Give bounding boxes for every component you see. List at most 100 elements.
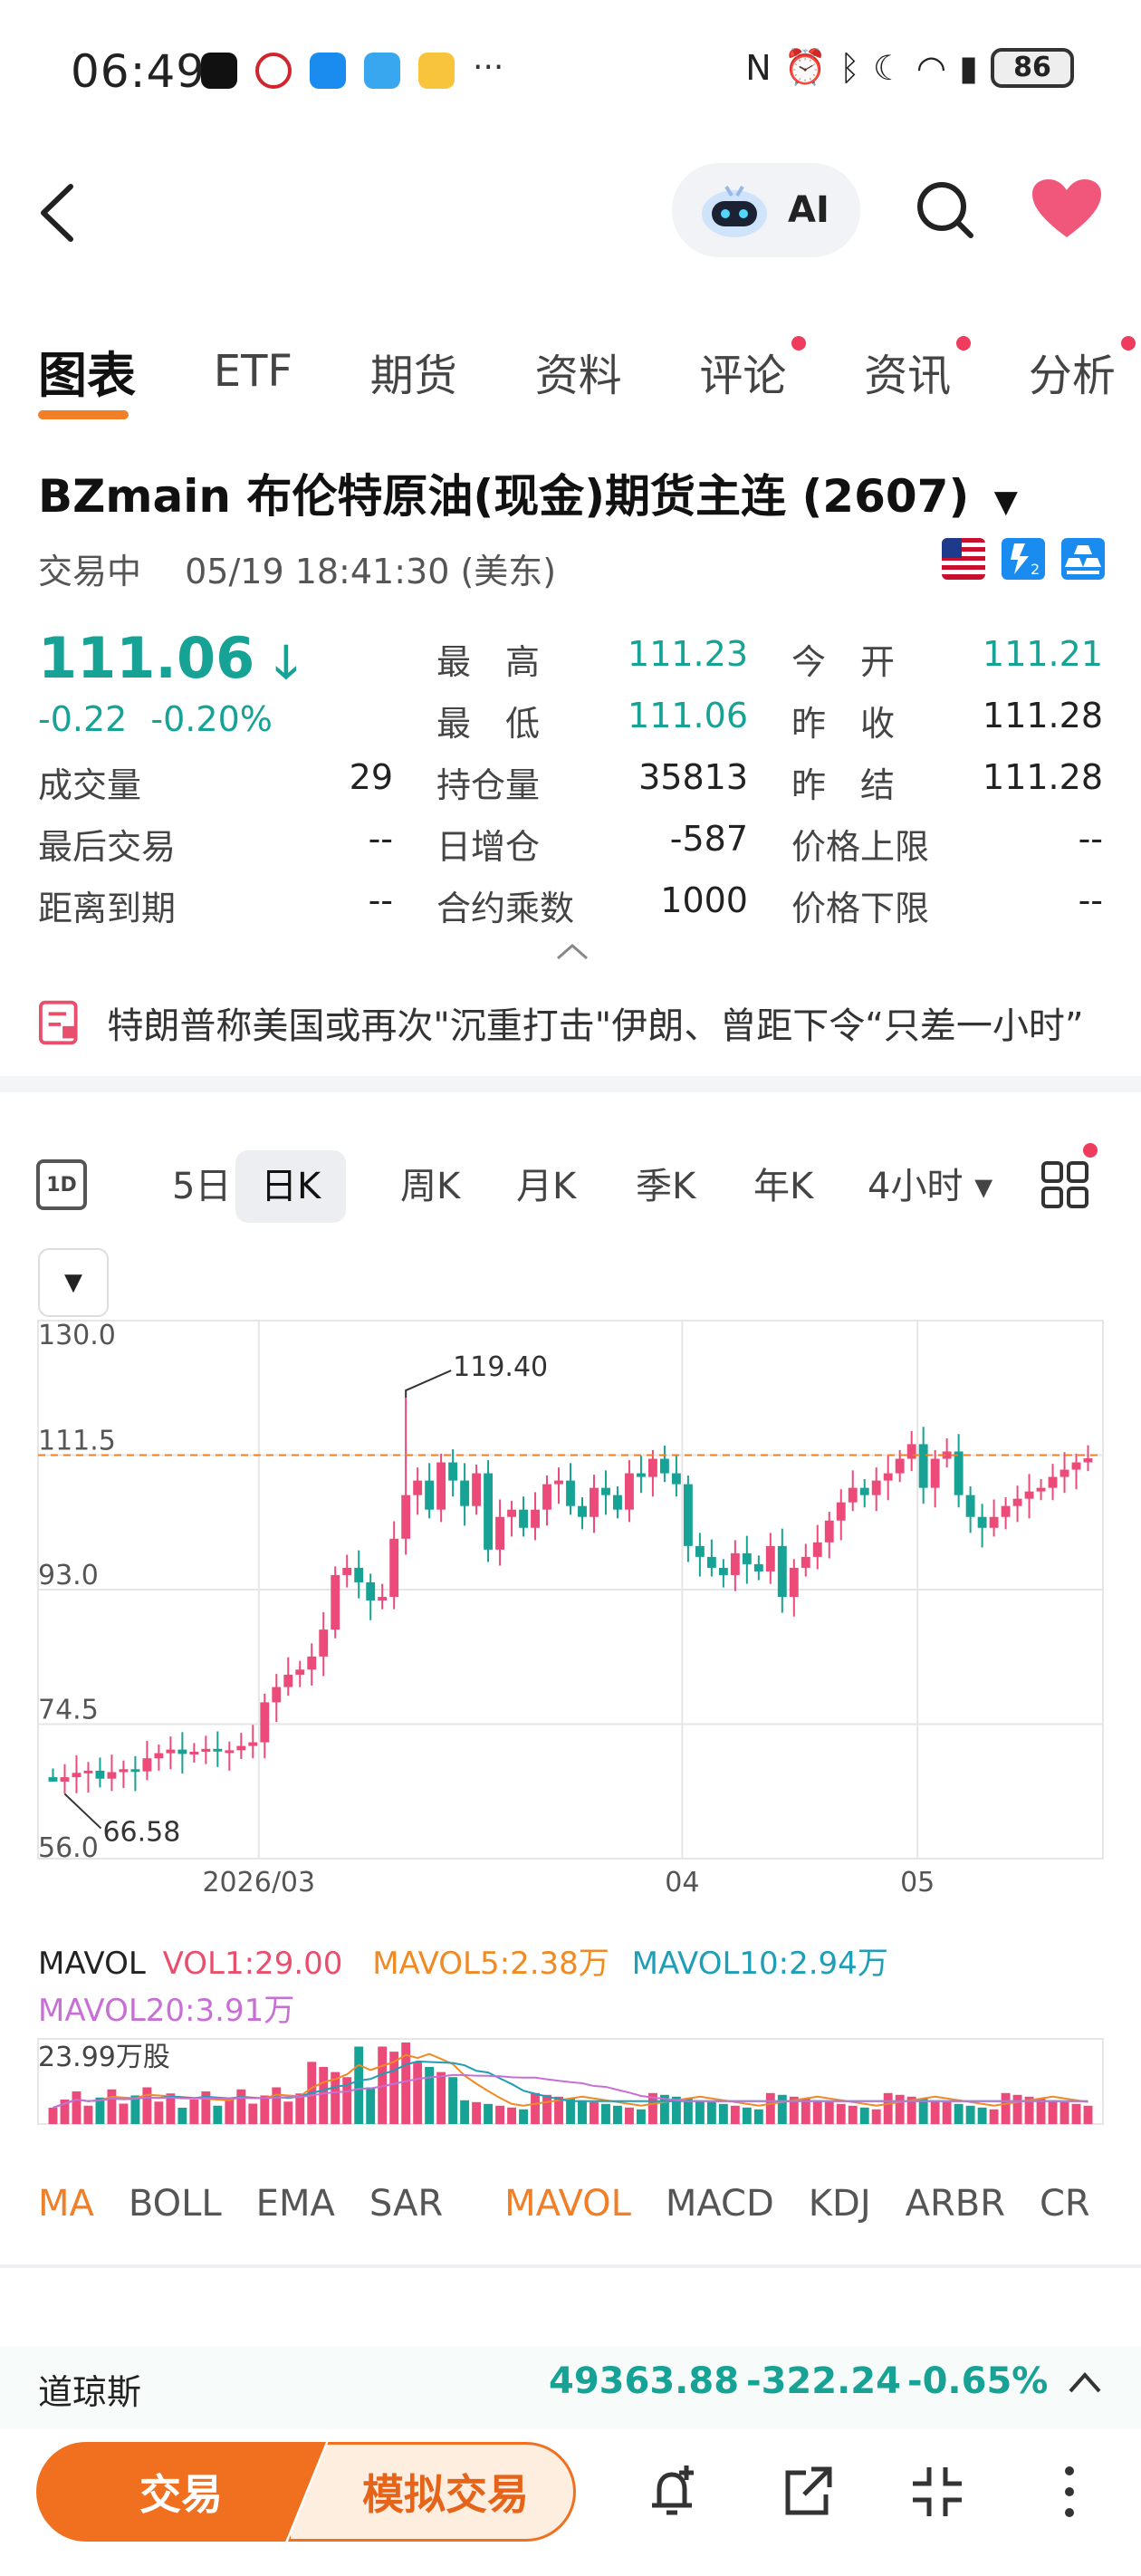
price-alert-button[interactable] (641, 2460, 705, 2523)
collapse-quote-button[interactable] (554, 942, 590, 960)
period-tab-0[interactable]: 5日 (172, 1150, 231, 1223)
tab-0[interactable]: 图表 (38, 335, 136, 419)
tab-5[interactable]: 资讯 (864, 335, 972, 403)
period-tab-5[interactable]: 年K (753, 1150, 813, 1223)
indicator-tab-arbr[interactable]: ARBR (906, 2183, 1005, 2225)
period-tab-2[interactable]: 周K (400, 1150, 460, 1223)
mavol10-value: MAVOL10:2.94万 (631, 1946, 888, 1982)
volume-bar (578, 2100, 587, 2124)
tab-label: 资讯 (864, 350, 952, 401)
quote-label-oi-change: 日增仓 (436, 827, 541, 867)
candle-body (647, 1458, 657, 1477)
trade-button[interactable]: 交易 (36, 2442, 326, 2542)
y-tick-label: 74.5 (38, 1695, 99, 1726)
indicator-tab-macd[interactable]: MACD (666, 2183, 774, 2225)
x-tick-label: 04 (665, 1867, 699, 1893)
grid-icon (1041, 1161, 1088, 1208)
back-button[interactable] (31, 172, 85, 254)
fullscreen-button[interactable] (906, 2460, 969, 2523)
tab-1[interactable]: ETF (214, 346, 292, 397)
volume-bar (472, 2101, 482, 2124)
period-label: 4小时 (868, 1166, 964, 1207)
index-change: -322.24 (746, 2360, 901, 2402)
tab-3[interactable]: 资料 (535, 340, 622, 403)
ai-assistant-button[interactable]: AI (672, 163, 860, 257)
volume-bar (260, 2095, 270, 2124)
quote-value-volume: 29 (349, 757, 393, 797)
tab-2[interactable]: 期货 (370, 340, 457, 403)
favorite-button[interactable] (1031, 178, 1103, 241)
instrument-title[interactable]: BZmain 布伦特原油(现金)期货主连 (2607) ▼ (38, 460, 1018, 525)
simulated-trade-button[interactable]: 模拟交易 (288, 2442, 576, 2542)
us-flag-icon (942, 538, 985, 580)
quote-value-last-trade: -- (368, 819, 393, 859)
volume-chart[interactable]: 23.99万股 (0, 2033, 1141, 2133)
candle-body (1036, 1487, 1046, 1492)
period-tab-6[interactable]: 4小时 ▾ (868, 1150, 992, 1223)
candlestick-chart[interactable]: 130.0 111.5 93.0 74.5 56.0 2026/03 04 05 119.40 6… (0, 1304, 1141, 1893)
quote-label-open: 今 开 (791, 642, 896, 682)
tab-label: 分析 (1028, 350, 1116, 401)
volume-bar (836, 2103, 846, 2124)
heart-icon (1032, 179, 1101, 237)
layout-grid-button[interactable] (1040, 1156, 1090, 1210)
more-vertical-icon (1065, 2466, 1074, 2517)
share-button[interactable] (775, 2460, 839, 2523)
candle-body (753, 1563, 763, 1572)
quote-label-prev-settle: 昨 结 (791, 765, 896, 805)
quote-value-expiry: -- (368, 880, 393, 920)
period-1d-icon[interactable]: 1D (36, 1159, 87, 1210)
volume-bar (72, 2091, 82, 2124)
period-label: 月K (516, 1166, 577, 1207)
volume-bar (1036, 2098, 1046, 2124)
indicator-tab-cr[interactable]: CR (1040, 2183, 1090, 2225)
y-tick-label: 130.0 (38, 1320, 116, 1351)
share-icon (785, 2466, 832, 2515)
volume-bar (519, 2109, 528, 2124)
volume-bar (871, 2109, 881, 2124)
volume-bar (1001, 2092, 1011, 2124)
candle-body (248, 1742, 258, 1746)
indicator-tab-boll[interactable]: BOLL (129, 2183, 222, 2225)
indicator-tab-sar[interactable]: SAR (369, 2183, 443, 2225)
indicator-tab-ema[interactable]: EMA (256, 2183, 335, 2225)
candle-body (836, 1502, 846, 1521)
mavol-title: MAVOL (38, 1946, 146, 1982)
candle-body (824, 1520, 834, 1543)
candle-body (331, 1574, 340, 1630)
volume-bar (683, 2098, 693, 2124)
notification-dot (956, 335, 972, 351)
indicator-tab-mavol[interactable]: MAVOL (504, 2183, 631, 2225)
index-name: 道琼斯 (38, 2372, 142, 2412)
volume-bar (859, 2107, 869, 2124)
period-tab-3[interactable]: 月K (516, 1150, 576, 1223)
candle-body (425, 1480, 435, 1510)
candle-body (625, 1473, 634, 1510)
volume-bar (425, 2067, 435, 2124)
indicator-tab-kdj[interactable]: KDJ (809, 2183, 871, 2225)
notification-dot (1120, 335, 1136, 351)
candle-body (60, 1777, 70, 1782)
volume-bar (495, 2105, 505, 2124)
volume-bar (83, 2105, 93, 2124)
candle-body (130, 1769, 140, 1773)
caret-down-icon: ▾ (963, 1166, 993, 1207)
change-percent: -0.20% (150, 699, 273, 739)
candle-body (730, 1552, 740, 1575)
candle-body (354, 1567, 364, 1582)
period-tab-1[interactable]: 日K (235, 1150, 347, 1223)
indicator-tab-ma[interactable]: MA (38, 2183, 94, 2225)
volume-bar (1048, 2100, 1058, 2124)
expand-ticker-button[interactable] (1067, 2369, 1103, 2398)
search-button[interactable] (913, 178, 976, 241)
period-tab-4[interactable]: 季K (636, 1150, 695, 1223)
tab-6[interactable]: 分析 (1028, 335, 1136, 403)
more-button[interactable] (1038, 2460, 1101, 2523)
volume-bar (824, 2101, 834, 2124)
news-ticker[interactable]: 特朗普称美国或再次"沉重打击"伊朗、曾距下令“只差一小时” (38, 996, 1107, 1049)
volume-bar (531, 2092, 540, 2124)
tab-4[interactable]: 评论 (699, 335, 807, 403)
volume-bar (625, 2107, 634, 2124)
candle-body (554, 1480, 563, 1485)
candle-body (906, 1444, 916, 1459)
